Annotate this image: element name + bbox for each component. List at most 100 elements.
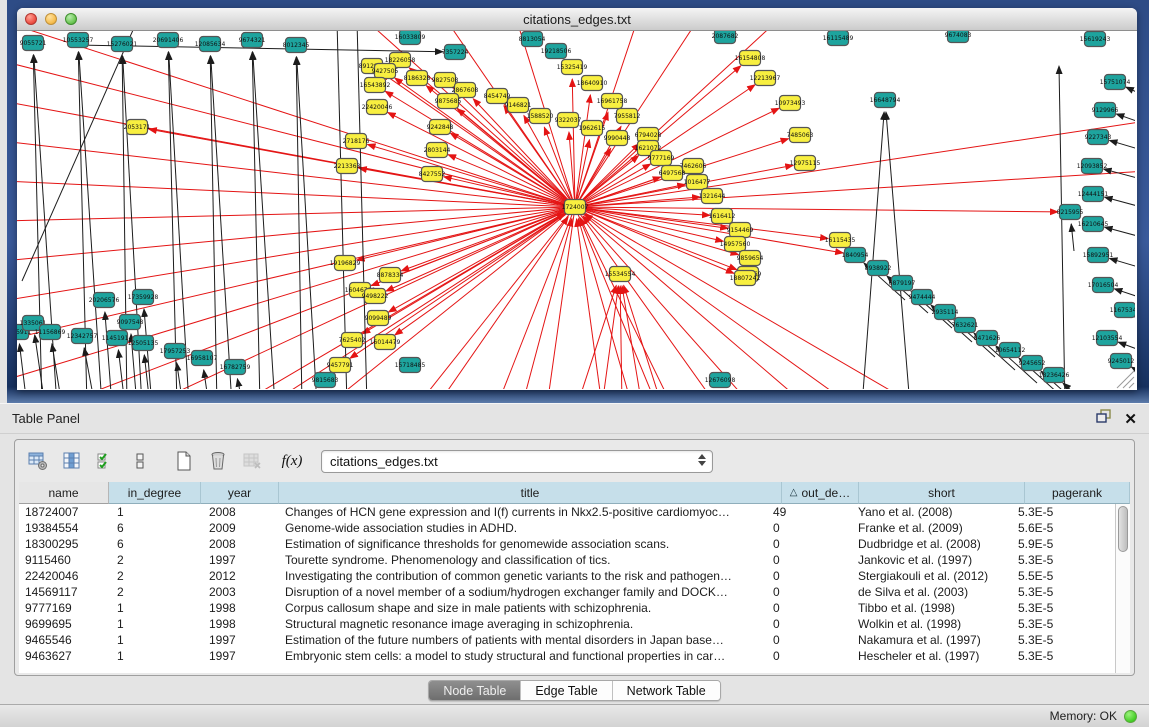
- select-columns-icon[interactable]: [91, 448, 121, 474]
- table-cell[interactable]: de Silva et al. (2003): [844, 584, 1010, 600]
- tab-network-table[interactable]: Network Table: [613, 681, 720, 700]
- column-header-title[interactable]: title: [279, 482, 782, 504]
- table-cell[interactable]: 5.3E-5: [1010, 584, 1115, 600]
- table-vertical-scrollbar[interactable]: [1115, 504, 1130, 673]
- table-cell[interactable]: 6: [109, 536, 201, 552]
- table-cell[interactable]: 5.5E-5: [1010, 568, 1115, 584]
- table-row[interactable]: 1830029562008Estimation of significance …: [19, 536, 1115, 552]
- table-row[interactable]: 946362711997Embryonic stem cells: a mode…: [19, 648, 1115, 664]
- table-cell[interactable]: 6: [109, 520, 201, 536]
- table-cell[interactable]: Hescheler et al. (1997): [844, 648, 1010, 664]
- table-cell[interactable]: 9115460: [19, 552, 109, 568]
- table-cell[interactable]: 9465546: [19, 632, 109, 648]
- table-cell[interactable]: 1998: [201, 616, 279, 632]
- table-cell[interactable]: Yano et al. (2008): [844, 504, 1010, 520]
- table-cell[interactable]: 1997: [201, 632, 279, 648]
- table-cell[interactable]: 2009: [201, 520, 279, 536]
- table-cell[interactable]: 5.3E-5: [1010, 600, 1115, 616]
- table-cell[interactable]: 5.3E-5: [1010, 552, 1115, 568]
- table-cell[interactable]: 1997: [201, 552, 279, 568]
- table-cell[interactable]: 22420046: [19, 568, 109, 584]
- column-header-year[interactable]: year: [201, 482, 279, 504]
- table-cell[interactable]: 0: [767, 632, 844, 648]
- table-row[interactable]: 946554611997Estimation of the future num…: [19, 632, 1115, 648]
- table-cell[interactable]: 2: [109, 552, 201, 568]
- table-cell[interactable]: 1: [109, 616, 201, 632]
- table-cell[interactable]: 1998: [201, 600, 279, 616]
- table-cell[interactable]: 18724007: [19, 504, 109, 520]
- table-cell[interactable]: 2: [109, 584, 201, 600]
- table-cell[interactable]: Wolkin et al. (1998): [844, 616, 1010, 632]
- memory-status-icon[interactable]: [1124, 710, 1137, 723]
- column-header-in-degree[interactable]: in_degree: [109, 482, 201, 504]
- table-cell[interactable]: 0: [767, 600, 844, 616]
- table-cell[interactable]: 0: [767, 616, 844, 632]
- table-cell[interactable]: Estimation of the future numbers of pati…: [279, 632, 767, 648]
- table-cell[interactable]: Embryonic stem cells: a model to study s…: [279, 648, 767, 664]
- tab-node-table[interactable]: Node Table: [429, 681, 521, 700]
- table-cell[interactable]: 5.6E-5: [1010, 520, 1115, 536]
- table-cell[interactable]: 9463627: [19, 648, 109, 664]
- table-cell[interactable]: Dudbridge et al. (2008): [844, 536, 1010, 552]
- table-cell[interactable]: 1: [109, 632, 201, 648]
- table-mode-icon[interactable]: [23, 448, 53, 474]
- tab-edge-table[interactable]: Edge Table: [521, 681, 612, 700]
- table-cell[interactable]: Genome-wide association studies in ADHD.: [279, 520, 767, 536]
- table-cell[interactable]: 1: [109, 504, 201, 520]
- panel-close-icon[interactable]: ✕: [1124, 412, 1137, 427]
- table-cell[interactable]: 0: [767, 584, 844, 600]
- table-row[interactable]: 911546021997Tourette syndrome. Phenomeno…: [19, 552, 1115, 568]
- table-cell[interactable]: 5.3E-5: [1010, 504, 1115, 520]
- row-height-icon[interactable]: [125, 448, 155, 474]
- column-header-out-de-[interactable]: △out_de…: [782, 482, 859, 504]
- table-cell[interactable]: 1: [109, 600, 201, 616]
- table-cell[interactable]: 9777169: [19, 600, 109, 616]
- table-cell[interactable]: 0: [767, 648, 844, 664]
- table-cell[interactable]: Tibbo et al. (1998): [844, 600, 1010, 616]
- column-header-name[interactable]: name: [19, 482, 109, 504]
- table-row[interactable]: 1938455462009Genome-wide association stu…: [19, 520, 1115, 536]
- float-window-icon[interactable]: [1096, 404, 1112, 434]
- table-cell[interactable]: 1: [109, 648, 201, 664]
- table-cell[interactable]: 1997: [201, 648, 279, 664]
- table-cell[interactable]: 0: [767, 520, 844, 536]
- table-cell[interactable]: 2008: [201, 536, 279, 552]
- network-window-titlebar[interactable]: citations_edges.txt: [17, 8, 1137, 31]
- show-columns-icon[interactable]: [57, 448, 87, 474]
- table-cell[interactable]: 14569117: [19, 584, 109, 600]
- table-cell[interactable]: 2003: [201, 584, 279, 600]
- table-cell[interactable]: 5.9E-5: [1010, 536, 1115, 552]
- table-cell[interactable]: Estimation of significance thresholds fo…: [279, 536, 767, 552]
- table-cell[interactable]: Changes of HCN gene expression and I(f) …: [279, 504, 767, 520]
- table-cell[interactable]: 5.3E-5: [1010, 632, 1115, 648]
- create-column-icon[interactable]: [169, 448, 199, 474]
- table-cell[interactable]: 0: [767, 568, 844, 584]
- network-canvas[interactable]: 1724007905572110553257152760212069140612…: [17, 31, 1135, 389]
- delete-table-icon[interactable]: [237, 448, 267, 474]
- table-cell[interactable]: 49: [767, 504, 844, 520]
- table-cell[interactable]: Jankovic et al. (1997): [844, 552, 1010, 568]
- table-cell[interactable]: Stergiakouli et al. (2012): [844, 568, 1010, 584]
- table-row[interactable]: 2242004622012Investigating the contribut…: [19, 568, 1115, 584]
- table-cell[interactable]: Tourette syndrome. Phenomenology and cla…: [279, 552, 767, 568]
- table-cell[interactable]: 0: [767, 536, 844, 552]
- table-cell[interactable]: Disruption of a novel member of a sodium…: [279, 584, 767, 600]
- table-cell[interactable]: Nakamura et al. (1997): [844, 632, 1010, 648]
- table-cell[interactable]: 18300295: [19, 536, 109, 552]
- table-cell[interactable]: Corpus callosum shape and size in male p…: [279, 600, 767, 616]
- table-selector-dropdown[interactable]: citations_edges.txt: [321, 450, 713, 473]
- table-cell[interactable]: Investigating the contribution of common…: [279, 568, 767, 584]
- table-cell[interactable]: 5.3E-5: [1010, 648, 1115, 664]
- table-row[interactable]: 977716911998Corpus callosum shape and si…: [19, 600, 1115, 616]
- column-header-pagerank[interactable]: pagerank: [1025, 482, 1130, 504]
- table-cell[interactable]: 2008: [201, 504, 279, 520]
- table-cell[interactable]: 0: [767, 552, 844, 568]
- table-row[interactable]: 1872400712008Changes of HCN gene express…: [19, 504, 1115, 520]
- table-cell[interactable]: 5.3E-5: [1010, 616, 1115, 632]
- table-row[interactable]: 1456911722003Disruption of a novel membe…: [19, 584, 1115, 600]
- table-cell[interactable]: 9699695: [19, 616, 109, 632]
- table-cell[interactable]: 2012: [201, 568, 279, 584]
- table-cell[interactable]: Franke et al. (2009): [844, 520, 1010, 536]
- scrollbar-thumb[interactable]: [1118, 506, 1128, 552]
- table-cell[interactable]: 19384554: [19, 520, 109, 536]
